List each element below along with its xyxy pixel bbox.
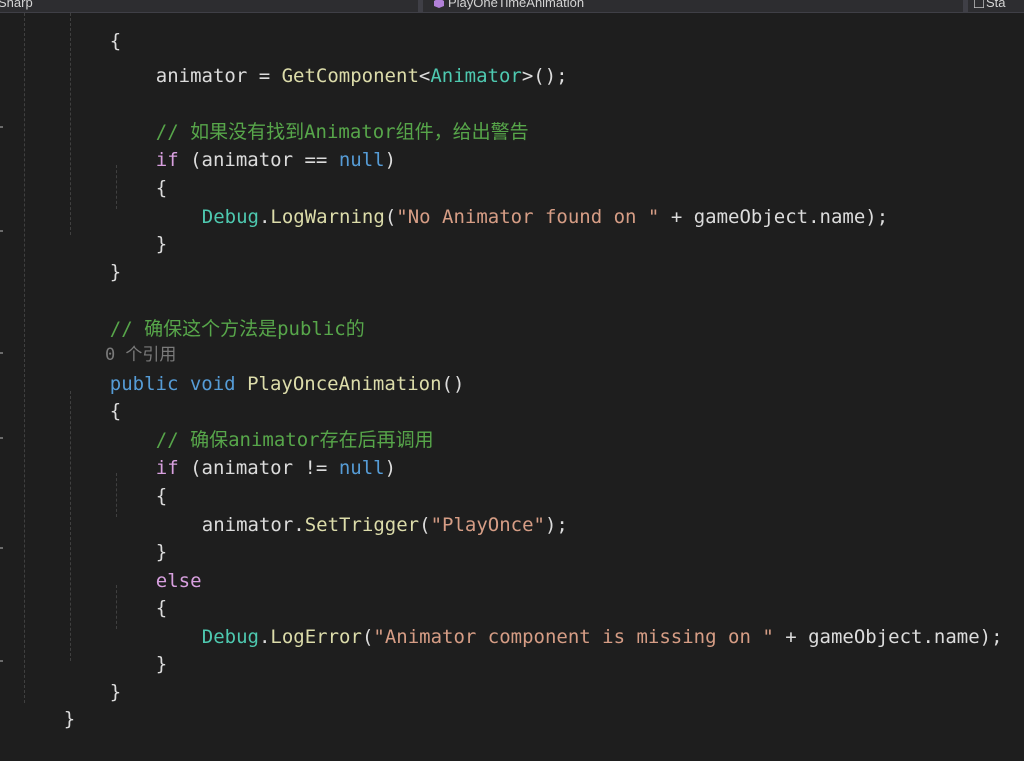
code-line: } <box>110 202 167 255</box>
project-dropdown[interactable]: Sharp <box>0 0 33 12</box>
keyword-null: null <box>338 149 385 171</box>
nav-separator <box>963 0 968 12</box>
close-brace: } <box>109 681 122 703</box>
close-brace: } <box>63 708 76 730</box>
code-line: // 确保这个方法是public的 <box>64 287 365 340</box>
operator: = <box>247 65 282 87</box>
close-brace: } <box>109 261 122 283</box>
code-line: Debug.LogError("Animator component is mi… <box>156 595 1003 648</box>
code-line: { <box>64 0 121 52</box>
type-name: Debug <box>201 626 259 648</box>
gutter-marker <box>0 547 3 549</box>
code-line: // 确保animator存在后再调用 <box>110 398 434 451</box>
gutter-marker <box>0 126 3 128</box>
code-line: if (animator == null) <box>110 118 396 171</box>
punctuation: ); <box>544 514 568 536</box>
code-line: Debug.LogWarning("No Animator found on "… <box>156 175 888 228</box>
member-dropdown[interactable]: PlayOneTimeAnimation <box>448 0 584 12</box>
references-codelens[interactable]: 0 个引用 <box>64 313 176 365</box>
code-line: if (animator != null) <box>110 426 396 479</box>
close-brace: } <box>155 653 168 675</box>
punctuation: . <box>258 206 271 228</box>
punctuation: < <box>418 65 431 87</box>
punctuation: >(); <box>521 65 568 87</box>
code-line: { <box>110 566 167 619</box>
nav-separator <box>418 0 423 12</box>
code-line: } <box>110 510 167 563</box>
expression: + gameObject.name); <box>659 206 889 228</box>
code-line: public void PlayOnceAnimation() <box>64 342 465 395</box>
indent-guide <box>24 13 25 703</box>
gutter-marker <box>0 660 3 662</box>
method-name: LogWarning <box>270 206 385 228</box>
keyword-void: void <box>189 373 236 395</box>
expression: + gameObject.name); <box>773 626 1003 648</box>
code-line: // 如果没有找到Animator组件，给出警告 <box>110 90 529 143</box>
type-name: Animator <box>430 65 522 87</box>
punctuation: ( <box>384 206 397 228</box>
navigation-bar: Sharp PlayOneTimeAnimation Sta <box>0 0 1024 13</box>
code-line: { <box>110 454 167 507</box>
scope-dropdown[interactable]: Sta <box>986 0 1006 12</box>
condition: (animator != <box>178 457 339 479</box>
code-line: } <box>64 230 121 283</box>
identifier: animator. <box>201 514 305 536</box>
condition: (animator == <box>178 149 339 171</box>
method-name: SetTrigger <box>304 514 420 536</box>
code-line: animator = GetComponent<Animator>(); <box>110 34 568 87</box>
gutter-marker <box>0 352 3 354</box>
code-editor[interactable]: { animator = GetComponent<Animator>(); /… <box>0 13 1024 730</box>
code-line: { <box>64 369 121 422</box>
gutter-marker <box>0 437 3 439</box>
punctuation: . <box>258 626 271 648</box>
identifier: animator <box>155 65 248 87</box>
code-line: } <box>110 622 167 675</box>
method-icon <box>434 0 444 8</box>
punctuation: ) <box>384 149 397 171</box>
punctuation: ) <box>384 457 397 479</box>
method-name: GetComponent <box>281 65 419 87</box>
type-name: Debug <box>201 206 259 228</box>
punctuation: ( <box>419 514 431 536</box>
punctuation: () <box>441 373 465 395</box>
close-brace: } <box>155 233 168 255</box>
string-literal: "Animator component is missing on " <box>373 626 774 648</box>
string-literal: "PlayOnce" <box>430 514 545 536</box>
code-line: } <box>64 650 121 703</box>
gutter-marker <box>0 230 3 232</box>
scope-icon <box>974 0 984 8</box>
method-name: PlayOnceAnimation <box>247 373 442 395</box>
method-name: LogError <box>270 626 362 648</box>
code-line: } <box>18 677 75 730</box>
punctuation: ( <box>361 626 374 648</box>
code-line: else <box>110 539 202 592</box>
string-literal: "No Animator found on " <box>396 206 660 228</box>
code-line: animator.SetTrigger("PlayOnce"); <box>156 483 568 536</box>
keyword-null: null <box>338 457 385 479</box>
code-line: { <box>110 146 167 199</box>
